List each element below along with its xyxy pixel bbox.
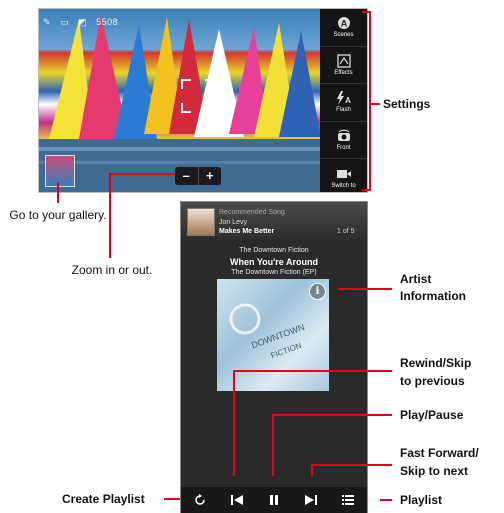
rewind-callout-line1: Rewind/Skip [400, 356, 472, 370]
artist-info-callout-line2: Information [400, 289, 466, 303]
rewind-callout-line2: to previous [400, 374, 465, 388]
create-playlist-callout: Create Playlist [62, 492, 145, 506]
fast-forward-callout-line1: Fast Forward/ [400, 446, 479, 460]
playlist-callout: Playlist [400, 493, 443, 507]
artist-info-callout-line1: Artist [400, 272, 432, 286]
fast-forward-callout-line2: Skip to next [400, 464, 469, 478]
callout-lines [57, 11, 392, 501]
settings-callout: Settings [383, 97, 431, 111]
play-pause-callout: Play/Pause [400, 408, 464, 422]
gallery-callout: Go to your gallery. [9, 208, 107, 222]
zoom-callout: Zoom in or out. [71, 263, 153, 277]
